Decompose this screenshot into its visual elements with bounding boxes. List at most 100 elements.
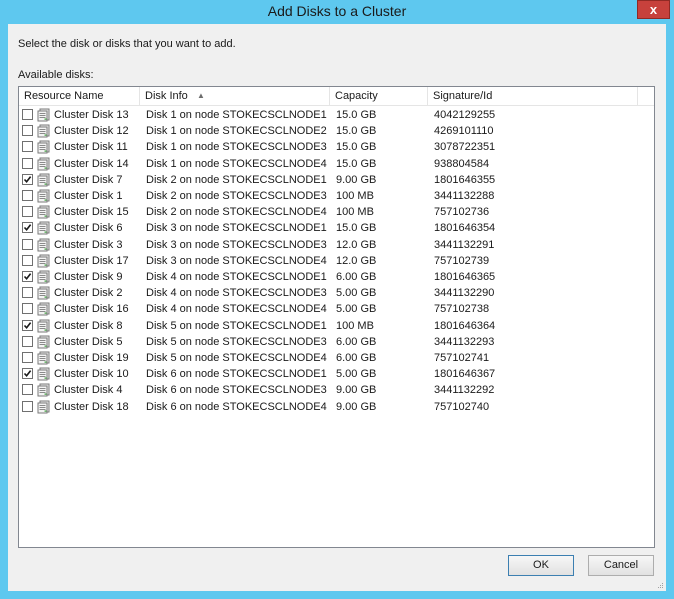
table-row[interactable]: Cluster Disk 2 Disk 4 on node STOKECSCLNO… (19, 285, 654, 301)
disk-icon (37, 189, 51, 203)
column-header-disk-info[interactable]: Disk Info ▲ (140, 87, 330, 105)
row-capacity: 100 MB (336, 190, 374, 202)
table-row[interactable]: Cluster Disk 11 Disk 1 on node STOKECSCLN… (19, 139, 654, 155)
row-capacity: 6.00 GB (336, 335, 377, 348)
dialog-window: Add Disks to a Cluster x Select the disk… (0, 0, 674, 599)
close-button[interactable]: x (637, 0, 670, 19)
row-checkbox[interactable] (22, 157, 33, 169)
row-resource-name: Cluster Disk 17 (54, 254, 129, 267)
row-checkbox[interactable] (22, 287, 33, 299)
table-row[interactable]: Cluster Disk 6 Disk 3 on node STOKECSCLNO… (19, 220, 654, 236)
row-signature: 757102740 (434, 400, 490, 413)
row-disk-info: Disk 4 on node STOKECSCLNODE4 (146, 303, 327, 316)
row-disk-info: Disk 6 on node STOKECSCLNODE3 (146, 384, 327, 397)
row-resource-name: Cluster Disk 5 (54, 335, 123, 348)
row-signature: 3441132291 (434, 238, 495, 251)
table-row[interactable]: Cluster Disk 7 Disk 2 on node STOKECSCLNO… (19, 172, 654, 188)
row-checkbox[interactable] (22, 368, 33, 380)
row-disk-info: Disk 6 on node STOKECSCLNODE4 (146, 400, 327, 413)
row-checkbox[interactable] (22, 352, 33, 363)
row-disk-info: Disk 3 on node STOKECSCLNODE4 (146, 254, 327, 267)
table-row[interactable]: Cluster Disk 8 Disk 5 on node STOKECSCLNO… (19, 318, 654, 334)
row-disk-info: Disk 2 on node STOKECSCLNODE1 (146, 173, 327, 186)
table-row[interactable]: Cluster Disk 13 Disk 1 on node STOKECSCLN… (19, 107, 654, 123)
row-capacity: 15.0 GB (336, 109, 377, 121)
row-resource-name: Cluster Disk 3 (54, 238, 123, 251)
row-checkbox[interactable] (22, 190, 33, 201)
disk-icon (37, 383, 51, 397)
disk-icon (37, 400, 51, 414)
disk-icon (37, 270, 51, 284)
disk-icon (37, 302, 51, 316)
row-signature: 3441132293 (434, 335, 495, 348)
row-resource-name: Cluster Disk 8 (54, 319, 123, 332)
row-capacity: 5.00 GB (336, 368, 377, 381)
table-row[interactable]: Cluster Disk 10 Disk 6 on node STOKECSCLN… (19, 366, 654, 382)
row-resource-name: Cluster Disk 6 (54, 222, 123, 235)
row-signature: 4269101110 (434, 125, 494, 138)
row-signature: 938804584 (434, 157, 490, 170)
window-title: Add Disks to a Cluster (267, 3, 407, 19)
table-row[interactable]: Cluster Disk 16 Disk 4 on node STOKECSCLN… (19, 301, 654, 317)
row-disk-info: Disk 1 on node STOKECSCLNODE3 (146, 141, 327, 154)
row-checkbox[interactable] (22, 319, 33, 331)
row-capacity: 12.0 GB (336, 254, 377, 267)
row-resource-name: Cluster Disk 9 (54, 271, 123, 283)
table-row[interactable]: Cluster Disk 3 Disk 3 on node STOKECSCLNO… (19, 237, 654, 253)
row-disk-info: Disk 5 on node STOKECSCLNODE4 (146, 352, 327, 364)
disk-icon (37, 124, 51, 138)
disk-list[interactable]: Resource Name Disk Info ▲ Capacity Signa… (18, 86, 655, 548)
row-resource-name: Cluster Disk 12 (54, 125, 129, 138)
row-checkbox[interactable] (22, 254, 33, 266)
row-disk-info: Disk 5 on node STOKECSCLNODE1 (146, 319, 327, 332)
row-checkbox[interactable] (22, 384, 33, 396)
column-header-resource-name[interactable]: Resource Name (19, 87, 140, 105)
row-disk-info: Disk 1 on node STOKECSCLNODE1 (146, 109, 327, 121)
row-checkbox[interactable] (22, 238, 33, 250)
row-checkbox[interactable] (22, 206, 33, 218)
row-capacity: 5.00 GB (336, 303, 377, 316)
row-checkbox[interactable] (22, 125, 33, 137)
row-checkbox[interactable] (22, 222, 33, 234)
table-row[interactable]: Cluster Disk 12 Disk 1 on node STOKECSCLN… (19, 123, 654, 139)
row-disk-info: Disk 2 on node STOKECSCLNODE4 (146, 206, 327, 219)
sort-ascending-icon: ▲ (197, 91, 205, 100)
row-signature: 1801646367 (434, 368, 496, 381)
column-header-signature[interactable]: Signature/Id (428, 87, 638, 105)
resize-grip-icon[interactable] (656, 581, 664, 589)
table-row[interactable]: Cluster Disk 5 Disk 5 on node STOKECSCLNO… (19, 334, 654, 350)
table-row[interactable]: Cluster Disk 1 Disk 2 on node STOKECSCLNO… (19, 188, 654, 204)
disk-icon (37, 335, 51, 349)
ok-button[interactable]: OK (508, 555, 574, 576)
row-checkbox[interactable] (22, 400, 33, 412)
row-checkbox[interactable] (22, 109, 33, 120)
row-signature: 3441132288 (434, 190, 495, 202)
disk-icon (37, 351, 51, 365)
row-checkbox[interactable] (22, 335, 33, 347)
title-bar[interactable]: Add Disks to a Cluster x (0, 0, 674, 24)
table-row[interactable]: Cluster Disk 19 Disk 5 on node STOKECSCLN… (19, 350, 654, 366)
row-checkbox[interactable] (22, 173, 33, 185)
table-row[interactable]: Cluster Disk 14 Disk 1 on node STOKECSCLN… (19, 156, 654, 172)
row-checkbox[interactable] (22, 141, 33, 153)
row-signature: 1801646364 (434, 319, 496, 332)
disk-icon (37, 286, 51, 300)
row-checkbox[interactable] (22, 271, 33, 282)
row-resource-name: Cluster Disk 1 (54, 190, 123, 202)
table-row[interactable]: Cluster Disk 4 Disk 6 on node STOKECSCLNO… (19, 382, 654, 398)
row-capacity: 100 MB (336, 319, 374, 332)
table-row[interactable]: Cluster Disk 15 Disk 2 on node STOKECSCLN… (19, 204, 654, 220)
row-checkbox[interactable] (22, 303, 33, 315)
table-row[interactable]: Cluster Disk 9 Disk 4 on node STOKECSCLNO… (19, 269, 654, 285)
row-signature: 3441132290 (434, 287, 495, 300)
table-row[interactable]: Cluster Disk 18 Disk 6 on node STOKECSCLN… (19, 399, 654, 415)
cancel-button[interactable]: Cancel (588, 555, 654, 576)
table-row[interactable]: Cluster Disk 17 Disk 3 on node STOKECSCLN… (19, 253, 654, 269)
row-disk-info: Disk 5 on node STOKECSCLNODE3 (146, 335, 327, 348)
disk-icon (37, 205, 51, 219)
row-signature: 757102741 (434, 352, 490, 364)
row-capacity: 15.0 GB (336, 141, 377, 154)
row-resource-name: Cluster Disk 10 (54, 368, 129, 381)
column-header-capacity[interactable]: Capacity (330, 87, 428, 105)
row-resource-name: Cluster Disk 16 (54, 303, 129, 316)
